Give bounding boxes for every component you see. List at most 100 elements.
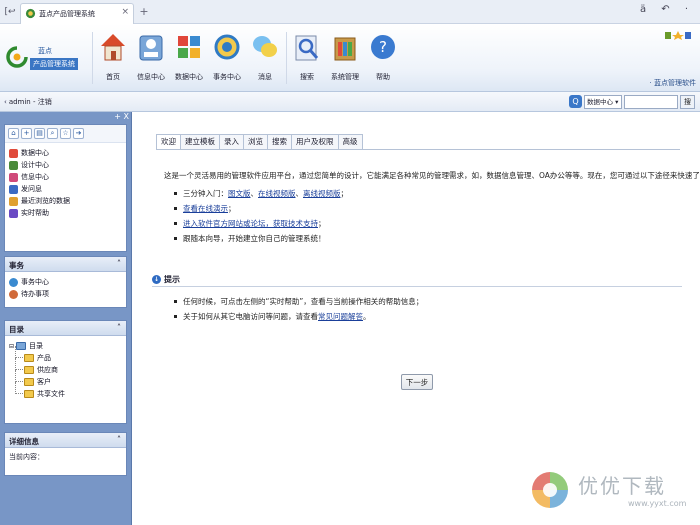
main-content: 欢迎 建立模板 录入 浏览 搜索 用户及权限 高级 这是一个灵活易用的管理软件应…	[138, 112, 700, 525]
sidebar-item[interactable]: 实时帮助	[5, 207, 126, 219]
tab-search[interactable]: 搜索	[267, 134, 291, 150]
tab-browse[interactable]: 浏览	[243, 134, 267, 150]
software-site-link[interactable]: · 蓝点管理软件	[650, 78, 696, 88]
details-panel-title: 详细信息	[9, 437, 39, 446]
home-small-icon[interactable]: ⌂	[8, 128, 19, 139]
link-picture-guide[interactable]: 图文版	[228, 188, 251, 199]
sidebar-item-label: 发问息	[21, 185, 42, 193]
toolbar-help-label: 帮助	[376, 73, 390, 81]
bullet-suffix: ；	[340, 189, 349, 198]
toolbar-info-center[interactable]: 信息中心	[132, 28, 170, 88]
svg-text:?: ?	[379, 38, 387, 56]
search-scope-select[interactable]: 数据中心 ▾	[584, 95, 622, 109]
affairs-panel: 事务 ˄ 事务中心 待办事项	[4, 256, 127, 308]
search-small-icon[interactable]: ⌕	[47, 128, 58, 139]
hint-divider	[152, 286, 682, 287]
header-right-icons[interactable]	[664, 30, 692, 43]
directory-panel: 目录 ˄ ⊟ 目录 产品 供应商 客户 共享文件	[4, 320, 127, 424]
link-faq[interactable]: 常见问题解答	[318, 311, 363, 322]
sidebar-item[interactable]: 发问息	[5, 183, 126, 195]
tree-item[interactable]: 供应商	[9, 358, 126, 376]
toolbar-data-center[interactable]: 数据中心	[170, 28, 208, 88]
data-center-icon	[178, 36, 200, 58]
search-icon: Q	[569, 95, 582, 108]
forward-small-icon[interactable]: ➔	[73, 128, 84, 139]
sidebar-item-label: 事务中心	[21, 278, 49, 286]
details-panel-header[interactable]: 详细信息 ˄	[5, 433, 126, 448]
link-online-video[interactable]: 在线视频版	[258, 188, 296, 199]
link-offline-video[interactable]: 离线视频版	[303, 188, 341, 199]
app-logo	[6, 46, 28, 68]
data-center-small-icon	[9, 148, 18, 158]
tree-expand-icon[interactable]: ⊟	[9, 343, 14, 350]
back-icon[interactable]: [↩	[3, 5, 17, 19]
app-header: 蓝点 产品管理系统 首页 信息中心 数据中心 事务中心 消息 搜索 系统管理 ?…	[0, 24, 700, 92]
bullet	[174, 300, 177, 303]
tab-welcome[interactable]: 欢迎	[156, 134, 180, 150]
link-online-demo[interactable]: 查看在线演示	[183, 203, 228, 214]
hint-list: 任何时候，可点击左侧的“实时帮助”，查看与当前操作相关的帮助信息； 关于如何从其…	[174, 294, 423, 324]
tree-connector	[15, 370, 23, 382]
close-tab-icon[interactable]: ×	[121, 7, 129, 17]
next-step-button[interactable]: 下一步	[401, 374, 433, 390]
affairs-panel-header[interactable]: 事务 ˄	[5, 257, 126, 272]
search-input[interactable]	[624, 95, 678, 109]
sidebar-item[interactable]: 待办事项	[5, 288, 126, 300]
sidebar-item[interactable]: 设计中心	[5, 159, 126, 171]
tab-create-template[interactable]: 建立模板	[180, 134, 219, 150]
watermark-logo-icon	[532, 472, 568, 508]
directory-panel-header[interactable]: 目录 ˄	[5, 321, 126, 336]
list-item: 任何时候，可点击左侧的“实时帮助”，查看与当前操作相关的帮助信息；	[174, 294, 423, 309]
sidebar-controls[interactable]: + X	[114, 112, 129, 121]
star-small-icon[interactable]: ☆	[60, 128, 71, 139]
hint-text: 任何时候，可点击左侧的“实时帮助”，查看与当前操作相关的帮助信息；	[183, 297, 424, 306]
toolbar-system-admin[interactable]: 系统管理	[326, 28, 364, 88]
toolbar-affairs-center[interactable]: 事务中心	[208, 28, 246, 88]
sidebar-item-label: 设计中心	[21, 161, 49, 169]
toolbar-search[interactable]: 搜索	[288, 28, 326, 88]
home-icon	[101, 34, 125, 61]
bullet-suffix: ；	[318, 219, 326, 228]
tree-item[interactable]: 共享文件	[9, 382, 126, 400]
toolbar-messages-label: 消息	[258, 73, 272, 81]
tab-entry[interactable]: 录入	[219, 134, 243, 150]
bullet	[174, 192, 177, 195]
separator: 、	[295, 189, 304, 198]
browser-tab[interactable]: 蓝点产品管理系统 ×	[20, 3, 134, 24]
tree-root-label: 目录	[29, 342, 44, 350]
sidebar-item[interactable]: 信息中心	[5, 171, 126, 183]
link-official-site[interactable]: 进入软件官方网站或论坛，获取技术支持	[183, 218, 318, 229]
sidebar-item[interactable]: 事务中心	[5, 276, 126, 288]
folder-icon	[24, 366, 34, 374]
folder-icon	[24, 378, 34, 386]
tree-root[interactable]: ⊟ 目录	[9, 340, 126, 352]
doc-small-icon[interactable]: ▤	[34, 128, 45, 139]
collapse-up-icon[interactable]: ˄	[117, 435, 121, 444]
toolbar-help[interactable]: ? 帮助	[364, 28, 402, 88]
sidebar-item[interactable]: 最近浏览的数据	[5, 195, 126, 207]
toolbar-messages[interactable]: 消息	[246, 28, 284, 88]
todo-small-icon	[9, 289, 18, 299]
toolbar-home[interactable]: 首页	[94, 28, 132, 88]
tree-item[interactable]: 客户	[9, 370, 126, 388]
tab-underline	[156, 149, 680, 150]
new-tab-button[interactable]: +	[137, 5, 151, 19]
browser-tab-bar: [↩ 蓝点产品管理系统 × + ä ↶ ·	[0, 0, 700, 24]
collapse-arrow-icon[interactable]: ‹	[4, 98, 7, 106]
search-go-button[interactable]: 搜	[680, 95, 695, 109]
collapse-up-icon[interactable]: ˄	[117, 259, 121, 268]
bullet	[174, 222, 177, 225]
tab-advanced[interactable]: 高级	[337, 134, 363, 150]
user-logout-link[interactable]: admin - 注销	[9, 98, 52, 106]
add-small-icon[interactable]: +	[21, 128, 32, 139]
hint-title: 提示	[164, 275, 180, 284]
bullet	[174, 315, 177, 318]
tree-item-label: 产品	[37, 354, 51, 362]
help-icon: ?	[371, 35, 395, 59]
logo-small-text: 蓝点	[38, 47, 52, 55]
tab-users-permissions[interactable]: 用户及权限	[291, 134, 338, 150]
sidebar-item[interactable]: 数据中心	[5, 147, 126, 159]
tree-item[interactable]: 产品	[9, 346, 126, 364]
browser-right-icons[interactable]: ä ↶ ·	[640, 4, 694, 15]
collapse-up-icon[interactable]: ˄	[117, 323, 121, 332]
